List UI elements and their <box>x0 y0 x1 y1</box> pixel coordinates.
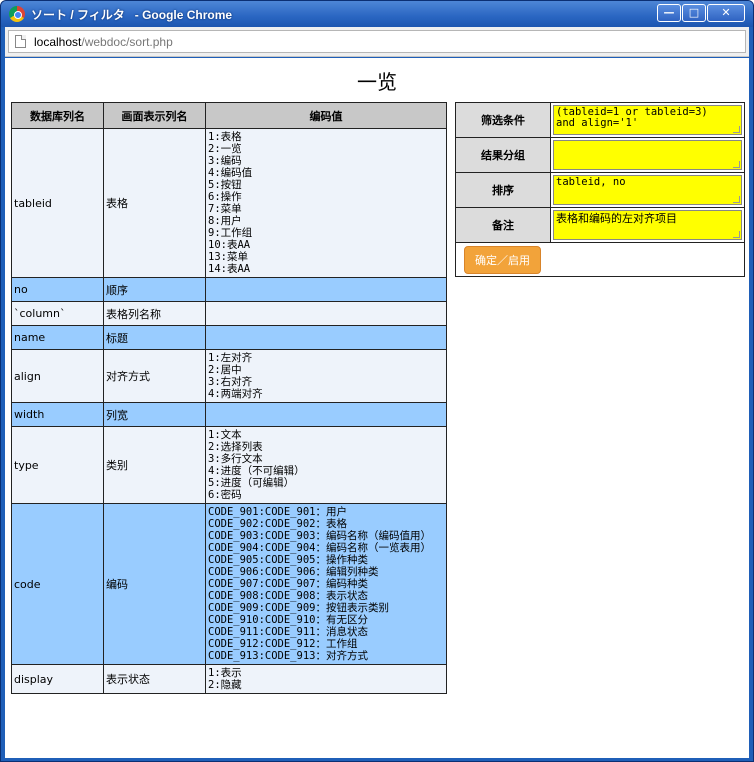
code-values-cell <box>205 402 447 427</box>
display-name-cell: 编码 <box>103 503 206 665</box>
db-column-cell: type <box>11 426 104 504</box>
submit-button[interactable]: 确定／启用 <box>464 245 541 274</box>
filter-row-sort: 排序 tableid, no <box>455 172 745 208</box>
page-title: 一览 <box>357 70 397 94</box>
page-icon <box>15 35 26 48</box>
db-column-cell: tableid <box>11 128 104 278</box>
filter-row-condition: 筛选条件 (tableid=1 or tableid=3) and align=… <box>455 102 745 138</box>
filter-row-group: 结果分组 <box>455 137 745 173</box>
db-column-cell: width <box>11 402 104 427</box>
note-field[interactable]: 表格和编码的左对齐项目 <box>553 210 742 240</box>
code-values-cell <box>205 277 447 302</box>
group-label: 结果分组 <box>455 137 551 173</box>
header-display-column: 画面表示列名 <box>103 102 206 129</box>
table-row: `column` 表格列名称 <box>11 301 447 326</box>
display-name-cell: 表格 <box>103 128 206 278</box>
close-button[interactable]: ✕ <box>707 4 745 22</box>
sort-label: 排序 <box>455 172 551 208</box>
condition-field[interactable]: (tableid=1 or tableid=3) and align='1' <box>553 105 742 135</box>
filter-row-note: 备注 表格和编码的左对齐项目 <box>455 207 745 243</box>
sort-field[interactable]: tableid, no <box>553 175 742 205</box>
display-name-cell: 表格列名称 <box>103 301 206 326</box>
db-column-cell: no <box>11 277 104 302</box>
table-row: width 列宽 <box>11 402 447 427</box>
display-name-cell: 类别 <box>103 426 206 504</box>
code-values-cell: 1:表示 2:隐藏 <box>205 664 447 694</box>
code-values-cell: CODE_901:CODE_901：用户 CODE_902:CODE_902：表… <box>205 503 447 665</box>
table-row: tableid 表格 1:表格 2:一览 3:编码 4:编码值 5:按钮 6:操作 … <box>11 128 447 278</box>
title-bar: ソート / フィルタ - Google Chrome — □ ✕ <box>1 1 753 27</box>
note-label: 备注 <box>455 207 551 243</box>
db-column-cell: align <box>11 349 104 403</box>
display-name-cell: 顺序 <box>103 277 206 302</box>
code-values-cell: 1:文本 2:选择列表 3:多行文本 4:进度（不可编辑） 5:进度（可编辑） … <box>205 426 447 504</box>
address-bar: localhost/webdoc/sort.php <box>5 27 749 57</box>
list-table: 数据库列名 画面表示列名 编码值 tableid 表格 1:表格 2:一览 3:编码… <box>11 102 447 694</box>
db-column-cell: name <box>11 325 104 350</box>
page-content: 一览 数据库列名 画面表示列名 编码值 tableid 表格 1:表格 2:一览 3… <box>5 58 749 758</box>
list-body: tableid 表格 1:表格 2:一览 3:编码 4:编码值 5:按钮 6:操作 … <box>11 128 447 694</box>
table-row: align 对齐方式 1:左对齐 2:居中 3:右对齐 4:两端对齐 <box>11 349 447 403</box>
display-name-cell: 列宽 <box>103 402 206 427</box>
filter-row-action: 确定／启用 <box>455 242 745 277</box>
url-path: /webdoc/sort.php <box>81 35 173 49</box>
list-header-row: 数据库列名 画面表示列名 编码值 <box>11 102 447 129</box>
db-column-cell: `column` <box>11 301 104 326</box>
db-column-cell: display <box>11 664 104 694</box>
header-db-column: 数据库列名 <box>11 102 104 129</box>
db-column-cell: code <box>11 503 104 665</box>
code-values-cell: 1:左对齐 2:居中 3:右对齐 4:两端对齐 <box>205 349 447 403</box>
display-name-cell: 对齐方式 <box>103 349 206 403</box>
table-row: code 编码 CODE_901:CODE_901：用户 CODE_902:CODE… <box>11 503 447 665</box>
chrome-logo-icon <box>9 6 25 22</box>
code-values-cell: 1:表格 2:一览 3:编码 4:编码值 5:按钮 6:操作 7:菜单 8:用户… <box>205 128 447 278</box>
group-field[interactable] <box>553 140 742 170</box>
display-name-cell: 标题 <box>103 325 206 350</box>
url-text[interactable]: localhost/webdoc/sort.php <box>34 35 173 49</box>
minimize-button[interactable]: — <box>657 4 681 22</box>
window-title: ソート / フィルタ - Google Chrome <box>31 8 233 22</box>
url-field[interactable]: localhost/webdoc/sort.php <box>8 30 746 53</box>
table-row: display 表示状态 1:表示 2:隐藏 <box>11 664 447 694</box>
display-name-cell: 表示状态 <box>103 664 206 694</box>
condition-label: 筛选条件 <box>455 102 551 138</box>
browser-window: ソート / フィルタ - Google Chrome — □ ✕ localho… <box>0 0 754 762</box>
maximize-button[interactable]: □ <box>682 4 706 22</box>
code-values-cell <box>205 325 447 350</box>
table-row: no 顺序 <box>11 277 447 302</box>
table-row: type 类别 1:文本 2:选择列表 3:多行文本 4:进度（不可编辑） 5:进度… <box>11 426 447 504</box>
filter-panel: 筛选条件 (tableid=1 or tableid=3) and align=… <box>455 102 745 277</box>
code-values-cell <box>205 301 447 326</box>
header-code-values: 编码值 <box>205 102 447 129</box>
table-row: name 标题 <box>11 325 447 350</box>
url-host: localhost <box>34 35 82 49</box>
